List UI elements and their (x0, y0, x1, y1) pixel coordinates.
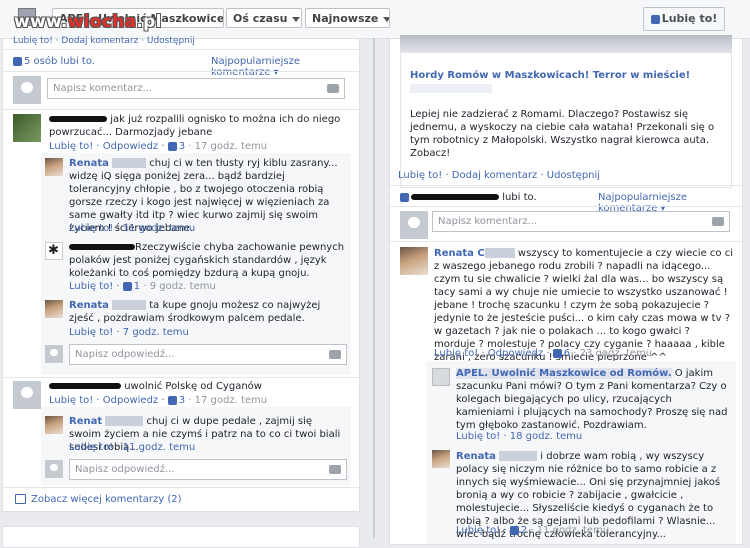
thumbs-up-icon (509, 525, 519, 535)
avatar[interactable] (432, 450, 450, 468)
sort-dropdown[interactable]: Najnowsze (305, 8, 390, 28)
camera-icon[interactable] (329, 465, 341, 474)
thumbs-up-icon (167, 141, 177, 151)
next-post (2, 526, 360, 548)
page-like-button[interactable]: Lubię to! (643, 7, 725, 31)
comment-actions[interactable]: Lubię to! · Odpowiedz · 3 · 17 godz. tem… (49, 141, 267, 152)
chevron-down-icon (292, 16, 301, 22)
reply-actions[interactable]: Lubię to! · 11 godz. temu (69, 442, 195, 453)
post-actions[interactable]: Lubię to! · Dodaj komentarz · Udostępnij (13, 36, 195, 46)
page-avatar[interactable] (432, 368, 450, 386)
avatar[interactable] (13, 381, 41, 409)
reply-text: Rzeczywiście chyba zachowanie pewnych po… (69, 242, 345, 279)
avatar[interactable] (13, 114, 41, 142)
reply-actions[interactable]: Lubię to! · 7 godz. temu (69, 327, 189, 338)
likes-summary[interactable]: 5 osób lubi to. (13, 56, 95, 67)
reply-actions[interactable]: Lubię to! · 11 godz. temu (69, 223, 195, 234)
reply-actions[interactable]: Lubię to! · 1 · 9 godz. temu (69, 281, 216, 292)
avatar[interactable] (45, 158, 63, 176)
redacted-name (49, 116, 107, 122)
current-user-avatar (45, 345, 63, 363)
speech-bubble-icon (15, 494, 26, 504)
thumbs-up-icon (167, 395, 177, 405)
watermark-logo: www.wiocha.pl (14, 12, 162, 32)
redacted-name (411, 194, 499, 200)
thumbs-up-icon (122, 281, 132, 291)
link-description: Lepiej nie zadzierać z Romami. Dlaczego?… (410, 109, 715, 159)
reply-actions[interactable]: Lubię to! · 2 · 11 godz. temu (456, 525, 609, 536)
link-title[interactable]: Hordy Romów w Maszkowicach! Terror w mie… (410, 70, 730, 81)
camera-icon[interactable] (712, 217, 724, 226)
thumbs-up-icon (650, 14, 660, 24)
video-thumbnail[interactable] (400, 35, 732, 53)
reply-text: Renata ta kupe gnoju możesz co najwyżej … (69, 300, 321, 324)
chevron-down-icon (383, 16, 389, 22)
current-user-avatar (45, 460, 63, 478)
camera-icon[interactable] (329, 350, 341, 359)
thumbs-up-icon (13, 56, 22, 66)
current-user-avatar (400, 211, 428, 239)
comment-sort[interactable]: Najpopularniejsze komentarze ▾ (211, 56, 359, 78)
thumbs-up-icon (400, 192, 409, 202)
right-post: Hordy Romów w Maszkowicach! Terror w mie… (389, 35, 743, 545)
avatar[interactable]: ✱ (45, 242, 63, 260)
comment-actions[interactable]: Lubię to! · Odpowiedz · 6 · 23 godz. tem… (434, 348, 652, 359)
link-source (410, 84, 492, 93)
reply-actions[interactable]: Lubię to! · 18 godz. temu (456, 431, 582, 442)
comment-text: Renata C wszyscy to komentujecie a czy w… (434, 248, 733, 363)
current-user-avatar (13, 76, 41, 104)
avatar[interactable] (400, 247, 428, 275)
timeline-spine (373, 38, 375, 538)
timeline-dropdown[interactable]: Oś czasu (226, 8, 302, 28)
comment-input[interactable]: Napisz komentarz... (432, 211, 730, 232)
camera-icon[interactable] (327, 84, 339, 93)
thumbs-up-icon (552, 348, 562, 358)
avatar[interactable] (45, 300, 63, 318)
reply-text: APEL. Uwolnić Maszkowice od Romów. O jak… (456, 368, 728, 431)
more-comments-link[interactable]: Zobacz więcej komentarzy (2) (15, 494, 182, 505)
comment-actions[interactable]: Lubię to! · Odpowiedz · 3 · 17 godz. tem… (49, 395, 267, 406)
post-actions[interactable]: Lubię to! · Dodaj komentarz · Udostępnij (398, 170, 600, 181)
redacted-name (69, 244, 135, 250)
comment-text: jak już rozpalili ognisko to można ich d… (49, 114, 341, 138)
comment-input[interactable]: Napisz komentarz... (47, 78, 345, 99)
star-icon: ✱ (48, 243, 59, 258)
avatar[interactable] (45, 416, 63, 434)
reply-input[interactable]: Napisz odpowiedź... (69, 459, 347, 480)
reply-input[interactable]: Napisz odpowiedź... (69, 344, 347, 365)
redacted-name (49, 383, 121, 389)
left-post: Lubię to! · Dodaj komentarz · Udostępnij… (2, 36, 360, 512)
likes-summary[interactable]: lubi to. (400, 192, 537, 203)
comment-text: uwolnić Polskę od Cyganów (49, 380, 349, 393)
